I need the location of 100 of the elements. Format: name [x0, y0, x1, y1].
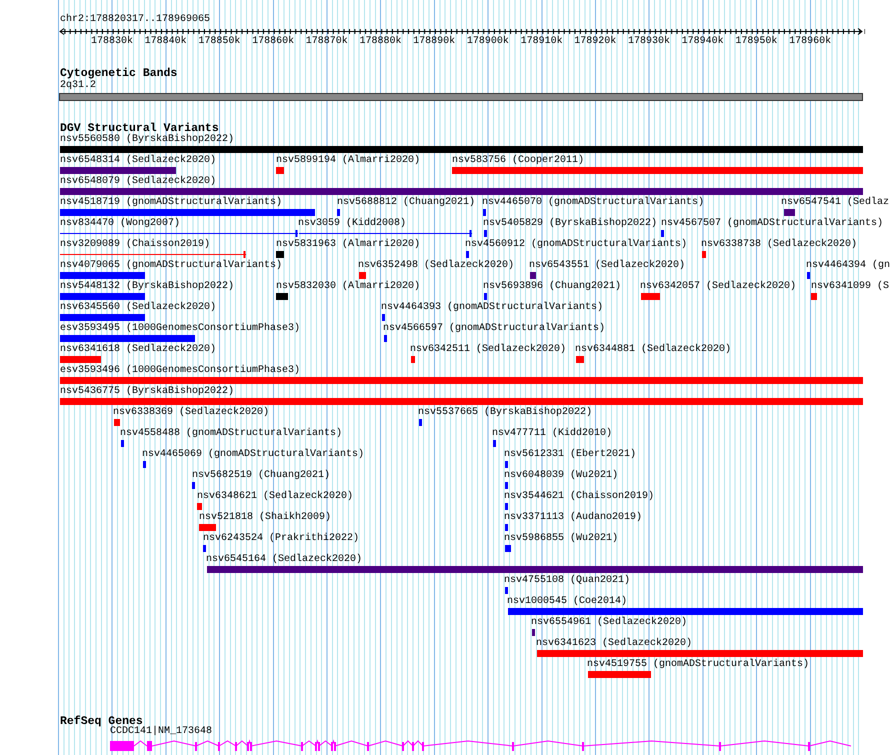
variant-label[interactable]: nsv4560912 (gnomADStructuralVariants) [465, 239, 688, 251]
variant-bar[interactable] [60, 398, 863, 405]
variant-label[interactable]: nsv4566597 (gnomADStructuralVariants) [383, 323, 606, 335]
variant-bar[interactable] [452, 167, 863, 174]
variant-bar[interactable] [419, 419, 422, 426]
variant-bar[interactable] [530, 272, 536, 279]
variant-label[interactable]: nsv5612331 (Ebert2021) [504, 449, 636, 461]
variant-bar[interactable] [641, 293, 660, 300]
variant-label[interactable]: nsv1000545 (Coe2014) [507, 596, 628, 608]
variant-bar[interactable] [60, 377, 863, 384]
variant-label[interactable]: nsv3544621 (Chaisson2019) [504, 491, 654, 503]
variant-label[interactable]: nsv4567507 (gnomADStructuralVariants) [661, 218, 884, 230]
variant-bar[interactable] [276, 251, 284, 258]
variant-label[interactable]: nsv6548314 (Sedlazeck2020) [60, 155, 216, 167]
variant-bar[interactable] [661, 230, 664, 237]
variant-label[interactable]: nsv6048039 (Wu2021) [504, 470, 618, 482]
variant-label[interactable]: nsv521818 (Shaikh2009) [199, 512, 332, 524]
variant-label[interactable]: nsv6352498 (Sedlazeck2020) [358, 260, 514, 272]
variant-bar[interactable] [537, 650, 863, 657]
variant-label[interactable]: nsv4464394 (gn [806, 260, 890, 272]
variant-label[interactable]: nsv477711 (Kidd2010) [492, 428, 612, 440]
variant-bar[interactable] [114, 419, 120, 426]
variant-bar[interactable] [784, 209, 795, 216]
variant-label[interactable]: nsv4519755 (gnomADStructuralVariants) [587, 659, 810, 671]
variant-bar[interactable] [60, 146, 863, 153]
variant-bar[interactable] [384, 335, 387, 342]
variant-label[interactable]: nsv6345560 (Sedlazeck2020) [60, 302, 216, 314]
variant-label[interactable]: nsv5899194 (Almarri2020) [276, 155, 420, 167]
variant-bar[interactable] [121, 440, 124, 447]
variant-bar[interactable] [466, 251, 469, 258]
variant-label[interactable]: nsv834470 (Wong2007) [60, 218, 180, 230]
variant-bar[interactable] [493, 440, 496, 447]
variant-label[interactable]: nsv5405829 (ByrskaBishop2022) [483, 218, 658, 230]
variant-label[interactable]: nsv6344881 (Sedlazeck2020) [575, 344, 732, 356]
variant-label[interactable]: nsv3371113 (Audano2019) [504, 512, 642, 524]
variant-label[interactable]: nsv5436775 (ByrskaBishop2022) [60, 386, 234, 398]
gene-drawing[interactable] [108, 738, 854, 754]
variant-label[interactable]: nsv6342057 (Sedlazeck2020) [640, 281, 796, 293]
variant-bar[interactable] [192, 482, 195, 489]
variant-label[interactable]: nsv6348621 (Sedlazeck2020) [197, 491, 354, 503]
variant-label[interactable]: nsv4558488 (gnomADStructuralVariants) [120, 428, 342, 440]
variant-bar[interactable] [505, 503, 508, 510]
variant-label[interactable]: nsv6341618 (Sedlazeck2020) [60, 344, 216, 356]
variant-bar[interactable] [532, 629, 535, 636]
variant-bar[interactable] [60, 272, 145, 279]
variant-label[interactable]: nsv5688812 (Chuang2021) [337, 197, 476, 209]
variant-label[interactable]: nsv6543551 (Sedlazeck2020) [529, 260, 686, 272]
variant-label[interactable]: nsv4079065 (gnomADStructuralVariants) [60, 260, 282, 272]
variant-bar[interactable] [411, 356, 415, 363]
variant-label[interactable]: nsv4465069 (gnomADStructuralVariants) [142, 449, 364, 461]
variant-bar[interactable] [60, 167, 176, 174]
variant-bar[interactable] [207, 566, 863, 573]
variant-bar[interactable] [60, 335, 195, 342]
variant-bar[interactable] [60, 209, 315, 216]
variant-bar[interactable] [505, 545, 511, 552]
variant-label[interactable]: nsv4464393 (gnomADStructuralVariants) [381, 302, 604, 314]
variant-label[interactable]: nsv5448132 (ByrskaBishop2022) [60, 281, 234, 293]
variant-label[interactable]: nsv4518719 (gnomADStructuralVariants) [60, 197, 282, 209]
variant-label[interactable]: nsv5560580 (ByrskaBishop2022) [60, 134, 234, 146]
variant-bar[interactable] [807, 272, 810, 279]
variant-label[interactable]: nsv3209089 (Chaisson2019) [60, 239, 210, 251]
variant-span-line[interactable] [299, 230, 472, 237]
variant-label[interactable]: nsv5832030 (Almarri2020) [276, 281, 420, 293]
variant-bar[interactable] [811, 293, 817, 300]
variant-bar[interactable] [337, 209, 340, 216]
variant-bar[interactable] [484, 230, 487, 237]
variant-bar[interactable] [60, 356, 101, 363]
variant-label[interactable]: nsv5986855 (Wu2021) [504, 533, 618, 545]
variant-label[interactable]: nsv5537665 (ByrskaBishop2022) [418, 407, 592, 419]
variant-label[interactable]: nsv6547541 (Sedlaz [781, 197, 890, 209]
variant-bar[interactable] [276, 293, 288, 300]
variant-label[interactable]: nsv6342511 (Sedlazeck2020) [410, 344, 566, 356]
variant-bar[interactable] [382, 314, 385, 321]
variant-bar[interactable] [197, 503, 202, 510]
variant-label[interactable]: nsv6341099 (S [811, 281, 890, 293]
variant-bar[interactable] [505, 524, 508, 531]
variant-bar[interactable] [508, 608, 863, 615]
variant-bar[interactable] [60, 293, 145, 300]
variant-label[interactable]: nsv6548079 (Sedlazeck2020) [60, 176, 216, 188]
variant-label[interactable]: nsv4755108 (Quan2021) [504, 575, 630, 587]
variant-bar[interactable] [484, 293, 487, 300]
variant-label[interactable]: nsv6554961 (Sedlazeck2020) [531, 617, 688, 629]
variant-label[interactable]: esv3593495 (1000GenomesConsortiumPhase3) [60, 323, 300, 335]
variant-label[interactable]: nsv4465070 (gnomADStructuralVariants) [482, 197, 704, 209]
variant-label[interactable]: nsv583756 (Cooper2011) [452, 155, 584, 167]
variant-label[interactable]: nsv6545164 (Sedlazeck2020) [206, 554, 362, 566]
variant-span-line[interactable] [60, 251, 246, 258]
variant-label[interactable]: nsv6341623 (Sedlazeck2020) [536, 638, 692, 650]
variant-label[interactable]: esv3593496 (1000GenomesConsortiumPhase3) [60, 365, 300, 377]
variant-label[interactable]: nsv5682519 (Chuang2021) [192, 470, 330, 482]
variant-bar[interactable] [203, 545, 206, 552]
variant-bar[interactable] [702, 251, 706, 258]
variant-bar[interactable] [60, 314, 145, 321]
variant-bar[interactable] [143, 461, 146, 468]
variant-bar[interactable] [199, 524, 216, 531]
variant-label[interactable]: nsv6243524 (Prakrithi2022) [203, 533, 360, 545]
variant-bar[interactable] [505, 587, 508, 594]
variant-bar[interactable] [483, 209, 486, 216]
variant-label[interactable]: nsv6338369 (Sedlazeck2020) [113, 407, 270, 419]
variant-bar[interactable] [60, 188, 863, 195]
